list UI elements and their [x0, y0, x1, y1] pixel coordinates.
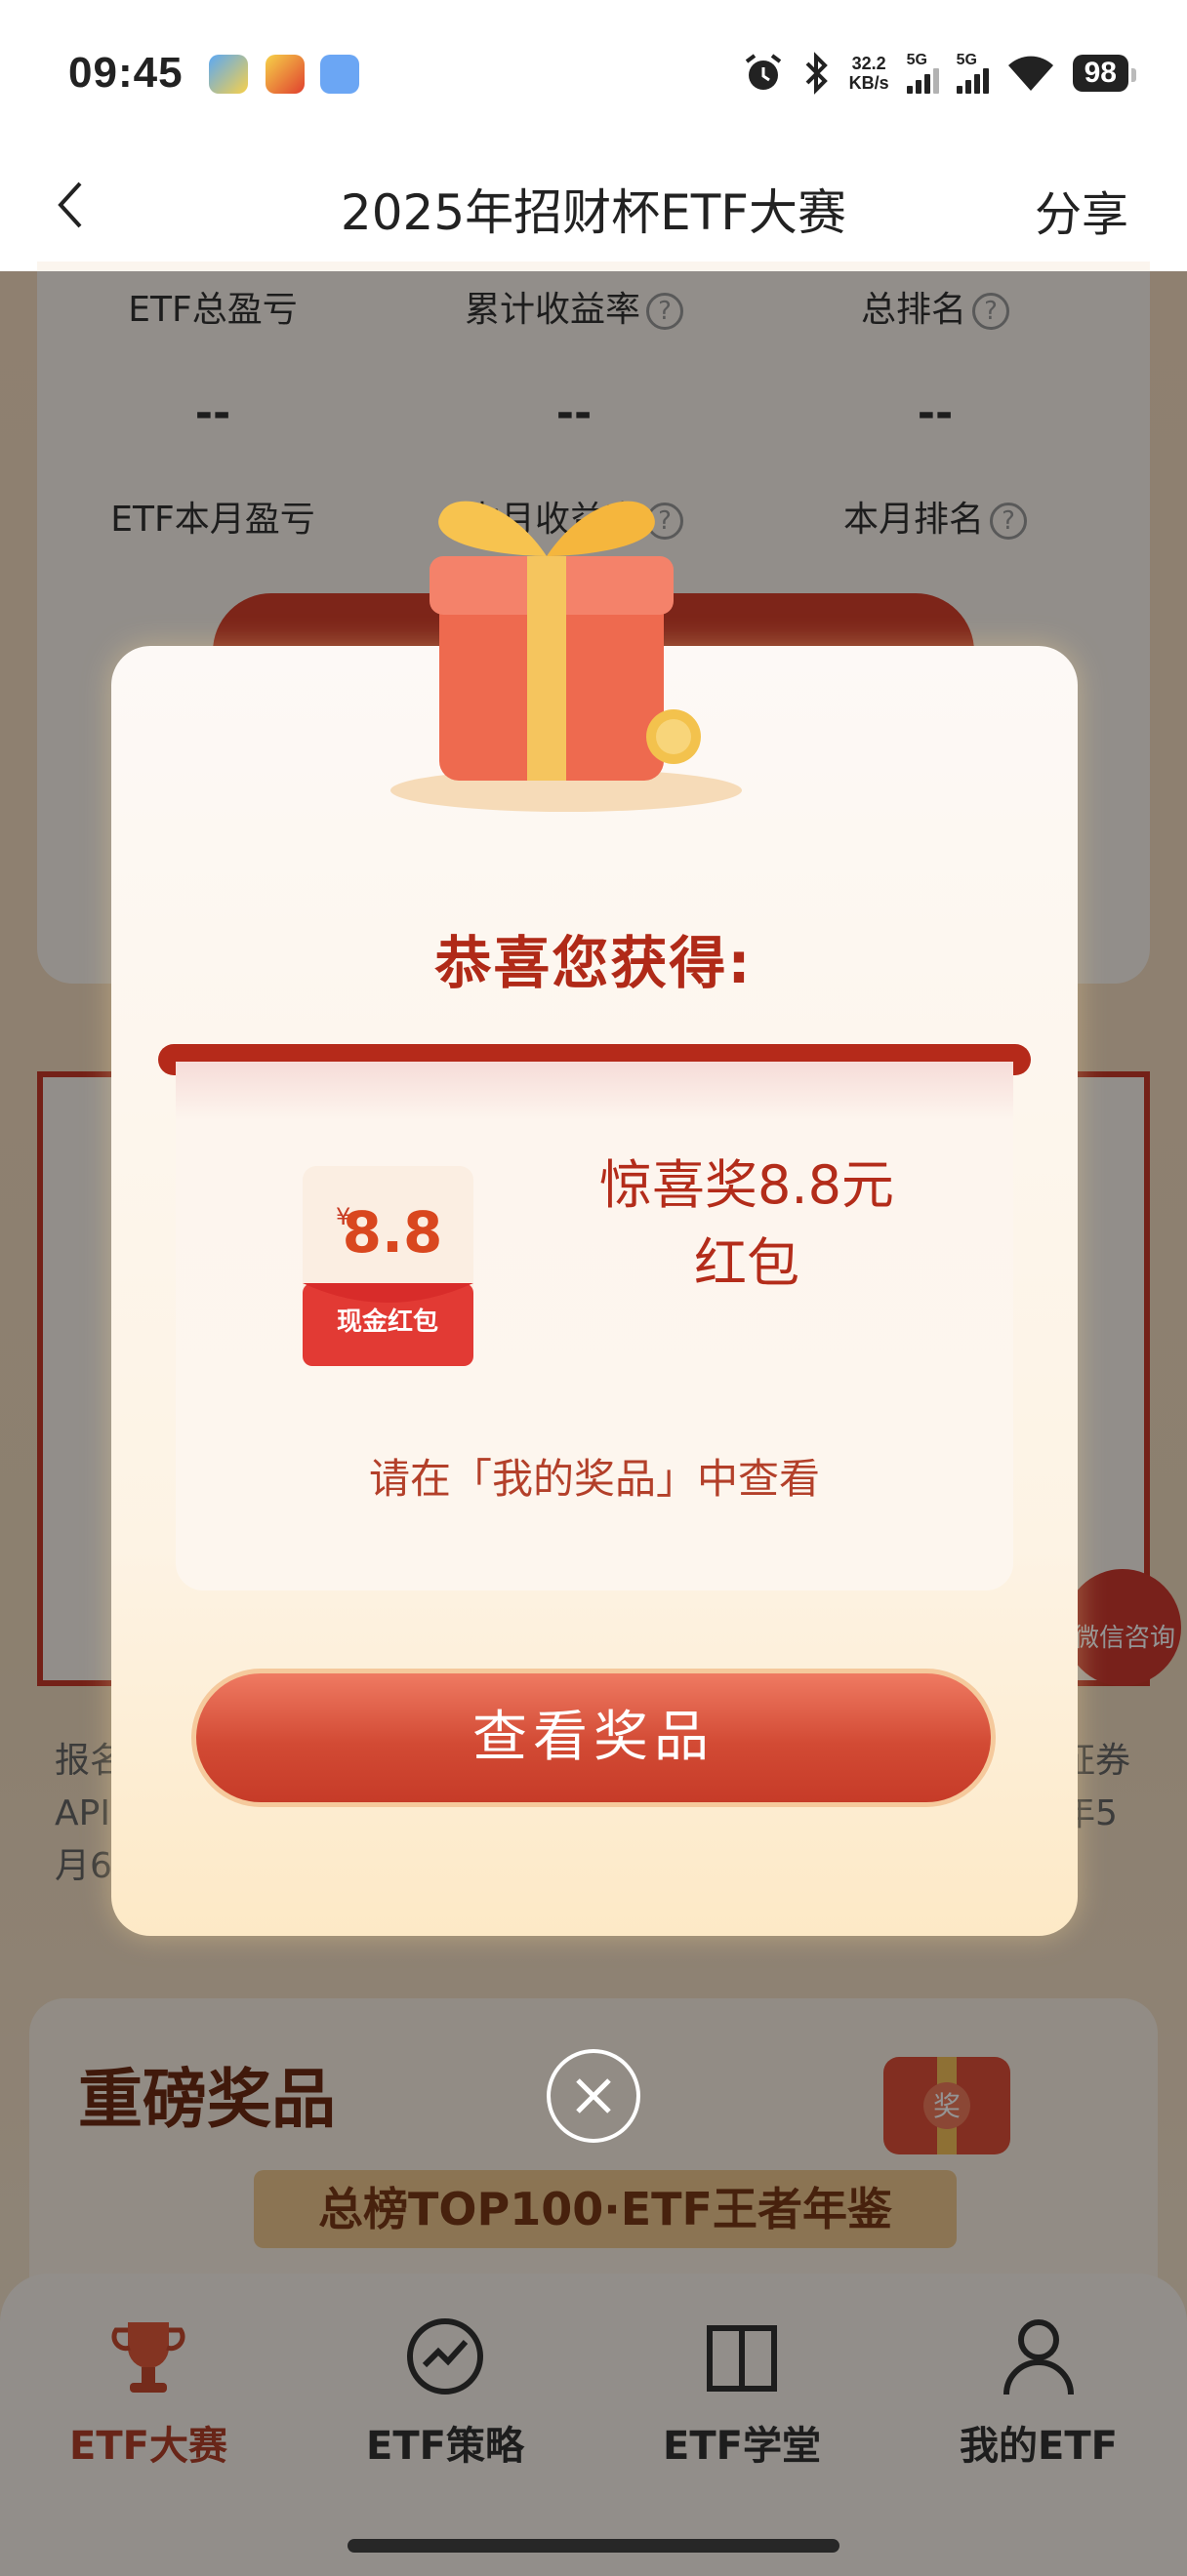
svg-text:8.8: 8.8 — [343, 1199, 443, 1266]
status-bar: 09:45 32.2 KB/s 5G 5G 98 — [0, 0, 1187, 146]
notification-app-icon-1 — [209, 55, 248, 94]
network-speed: 32.2 KB/s — [848, 54, 889, 93]
status-time: 09:45 — [68, 49, 184, 97]
prize-name: 惊喜奖8.8元 红包 — [599, 1154, 894, 1294]
signal-1: 5G — [906, 53, 939, 94]
wifi-icon — [1007, 56, 1053, 91]
notification-app-icon-2 — [266, 55, 305, 94]
bluetooth-icon — [805, 52, 828, 95]
prize-ticket — [176, 1062, 1013, 1590]
close-modal-button[interactable] — [547, 2049, 640, 2143]
red-packet-icon: ¥ 8.8 现金红包 — [303, 1166, 473, 1366]
view-prize-button[interactable]: 查看奖品 — [191, 1669, 996, 1807]
notification-app-icon-3 — [320, 55, 359, 94]
prize-hint: 请在「我的奖品」中查看 — [368, 1455, 820, 1503]
close-icon — [576, 2078, 611, 2113]
svg-text:现金红包: 现金红包 — [337, 1307, 438, 1337]
alarm-icon — [745, 54, 781, 90]
gift-box-icon — [390, 501, 742, 812]
signal-2: 5G — [956, 53, 989, 94]
modal-title: 恭喜您获得: — [434, 930, 753, 996]
share-button[interactable]: 分享 — [1035, 176, 1128, 244]
status-right-cluster: 32.2 KB/s 5G 5G 98 — [742, 49, 1137, 98]
nav-bar: 2025年招财杯ETF大赛 分享 — [0, 146, 1187, 271]
page-title: 2025年招财杯ETF大赛 — [340, 184, 847, 241]
battery-indicator: 98 — [1072, 55, 1137, 92]
